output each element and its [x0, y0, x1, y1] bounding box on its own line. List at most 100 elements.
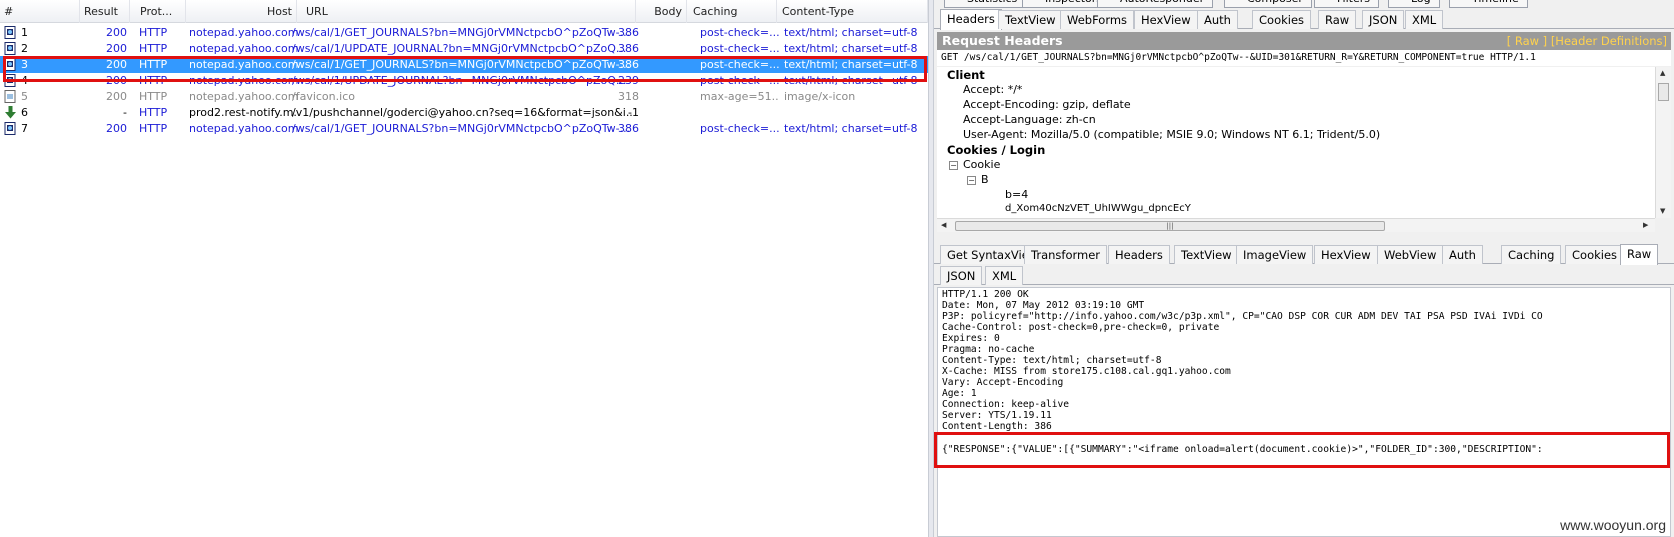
response-tab-raw[interactable]: Raw — [1620, 244, 1659, 265]
response-tab-transformer[interactable]: Transformer — [1024, 245, 1108, 264]
response-tab-xml[interactable]: XML — [985, 266, 1024, 285]
top-tab-label: Log — [1411, 0, 1431, 5]
column-header-url[interactable]: URL — [302, 0, 636, 23]
document-icon — [4, 42, 17, 55]
row-body: 239 — [618, 74, 639, 87]
request-headers-title: Request Headers — [942, 33, 1063, 48]
request-tab-raw[interactable]: Raw — [1318, 10, 1357, 29]
tab-icon: ✎ — [1231, 0, 1239, 2]
response-tab-textview[interactable]: TextView — [1174, 245, 1239, 264]
row-result: 200 — [106, 58, 127, 71]
request-tab-xml[interactable]: XML — [1405, 10, 1444, 29]
top-tab-log[interactable]: ▤ Log — [1388, 0, 1440, 8]
document-icon — [4, 122, 17, 135]
column-header-number[interactable]: # — [0, 0, 80, 23]
row-host: notepad.yahoo.com — [189, 122, 297, 135]
request-tab-textview[interactable]: TextView — [998, 10, 1063, 29]
response-tab-headers[interactable]: Headers — [1108, 245, 1170, 264]
session-row[interactable]: 5 200 HTTP notepad.yahoo.com/favicon.ico 318… — [0, 88, 928, 105]
collapse-toggle-icon[interactable]: − — [949, 160, 958, 170]
row-caching — [697, 104, 779, 121]
row-result: - — [123, 106, 127, 119]
request-tab-auth[interactable]: Auth — [1197, 10, 1238, 29]
column-header-result[interactable]: Result — [80, 0, 130, 23]
row-content-type: text/html; charset=utf-8 — [784, 58, 918, 71]
request-tab-cookies[interactable]: Cookies — [1252, 10, 1312, 29]
response-tab-cookies[interactable]: Cookies — [1565, 245, 1625, 264]
inspector-pane: ◔ Statistics ● Inspectors⇢ AutoResponder ✎ Com… — [934, 0, 1674, 537]
top-tab-timeline[interactable]: ▬ Timeline — [1449, 0, 1528, 8]
collapse-toggle-icon[interactable]: − — [967, 175, 976, 185]
session-row[interactable]: 2 200 HTTP notepad.yahoo.com/ws/cal/1/UPDAT… — [0, 40, 928, 57]
response-tab-json[interactable]: JSON — [940, 266, 983, 285]
row-url: /ws/cal/1/GET_JOURNALS?bn=MNGj0rVMNctpcb… — [292, 58, 631, 71]
tab-icon: ⇢ — [1104, 0, 1112, 2]
scroll-thumb[interactable]: ||| — [955, 221, 1385, 231]
scroll-down-icon[interactable]: ▼ — [1660, 207, 1665, 215]
column-header-protocol[interactable]: Prot... — [136, 0, 186, 23]
row-url: /favicon.ico — [292, 90, 355, 103]
row-host: notepad.yahoo.com — [189, 42, 297, 55]
raw-header-definitions-links[interactable]: [ Raw ] [Header Definitions] — [1507, 32, 1667, 50]
cookie-value-b: b=4 — [1005, 188, 1029, 201]
response-raw-view[interactable]: HTTP/1.1 200 OK Date: Mon, 07 May 2012 0… — [937, 287, 1671, 537]
column-header-body[interactable]: Body — [636, 0, 687, 23]
row-protocol: HTTP — [139, 26, 168, 39]
scroll-right-icon[interactable]: ▶ — [1643, 221, 1648, 229]
session-row[interactable]: 1 200 HTTP notepad.yahoo.com/ws/cal/1/GET_J… — [0, 24, 928, 41]
column-header-host[interactable]: Host — [186, 0, 297, 23]
header-accept: Accept: */* — [963, 83, 1023, 96]
tab-icon: ▬ — [1456, 0, 1465, 2]
scroll-thumb[interactable] — [1658, 83, 1669, 101]
row-body: 318 — [618, 90, 639, 103]
response-tab-imageview[interactable]: ImageView — [1236, 245, 1314, 264]
row-number: 6 — [21, 106, 28, 119]
request-tab-headers[interactable]: Headers — [940, 9, 1002, 30]
request-vertical-scrollbar[interactable]: ▲ ▼ — [1655, 67, 1671, 218]
top-tab-filters[interactable]: ▽ Filters — [1314, 0, 1379, 8]
row-body: 386 — [618, 26, 639, 39]
row-number: 2 — [21, 42, 28, 55]
row-caching: post-check=... — [700, 74, 779, 87]
header-accept-language: Accept-Language: zh-cn — [963, 113, 1096, 126]
row-result: 200 — [106, 42, 127, 55]
session-row[interactable]: 6 - HTTP prod2.rest-notify.m.../v1/pushchan… — [0, 104, 928, 121]
cookie-node[interactable]: − Cookie — [949, 158, 1000, 171]
row-protocol: HTTP — [139, 58, 168, 71]
row-body: 386 — [618, 58, 639, 71]
response-tab-auth[interactable]: Auth — [1442, 245, 1483, 264]
column-header-content-type[interactable]: Content-Type — [778, 0, 928, 23]
cookie-b-node[interactable]: − B — [967, 173, 989, 186]
row-content-type: image/x-icon — [784, 90, 856, 103]
response-tab-strip: Get SyntaxView Transformer Headers TextView… — [934, 244, 1674, 265]
top-tab-label: Composer — [1247, 0, 1303, 5]
row-number: 4 — [21, 74, 28, 87]
request-tab-strip: Headers TextView WebForms HexView Auth Cookie… — [934, 9, 1674, 30]
watermark: www.wooyun.org — [1560, 517, 1666, 533]
scroll-left-icon[interactable]: ◀ — [941, 221, 946, 229]
session-row[interactable]: 7 200 HTTP notepad.yahoo.com/ws/cal/1/GET_J… — [0, 120, 928, 137]
top-tab-composer[interactable]: ✎ Composer — [1224, 0, 1312, 8]
top-tab-label: Filters — [1337, 0, 1370, 5]
response-tab-webview[interactable]: WebView — [1377, 245, 1444, 264]
top-tab-strip: ◔ Statistics ● Inspectors⇢ AutoResponder ✎ Com… — [934, 0, 1674, 8]
response-tab-hexview[interactable]: HexView — [1314, 245, 1378, 264]
row-url: /v1/pushchannel/goderci@yahoo.cn?seq=16&… — [292, 106, 634, 119]
row-content-type: text/html; charset=utf-8 — [784, 74, 918, 87]
row-result: 200 — [106, 74, 127, 87]
session-list[interactable]: # Result Prot... Host URL Body Caching C… — [0, 0, 928, 537]
response-tab-caching[interactable]: Caching — [1501, 245, 1562, 264]
session-row[interactable]: 3 200 HTTP notepad.yahoo.com/ws/cal/1/GET_J… — [0, 56, 928, 73]
scroll-up-icon[interactable]: ▲ — [1660, 69, 1665, 77]
top-tab-autoresponder[interactable]: ⇢ AutoResponder — [1097, 0, 1214, 8]
request-tab-webforms[interactable]: WebForms — [1060, 10, 1135, 29]
response-json-body: {"RESPONSE":{"VALUE":[{"SUMMARY":"<ifram… — [942, 444, 1543, 455]
request-horizontal-scrollbar[interactable]: ◀ ||| ▶ — [937, 218, 1655, 232]
session-row[interactable]: 4 200 HTTP notepad.yahoo.com/ws/cal/1/UPDAT… — [0, 72, 928, 89]
row-result: 200 — [106, 26, 127, 39]
request-tab-json[interactable]: JSON — [1362, 10, 1405, 29]
row-body: 386 — [618, 42, 639, 55]
top-tab-statistics[interactable]: ◔ Statistics — [944, 0, 1027, 8]
request-tab-hexview[interactable]: HexView — [1134, 10, 1198, 29]
column-header-caching[interactable]: Caching — [689, 0, 777, 23]
